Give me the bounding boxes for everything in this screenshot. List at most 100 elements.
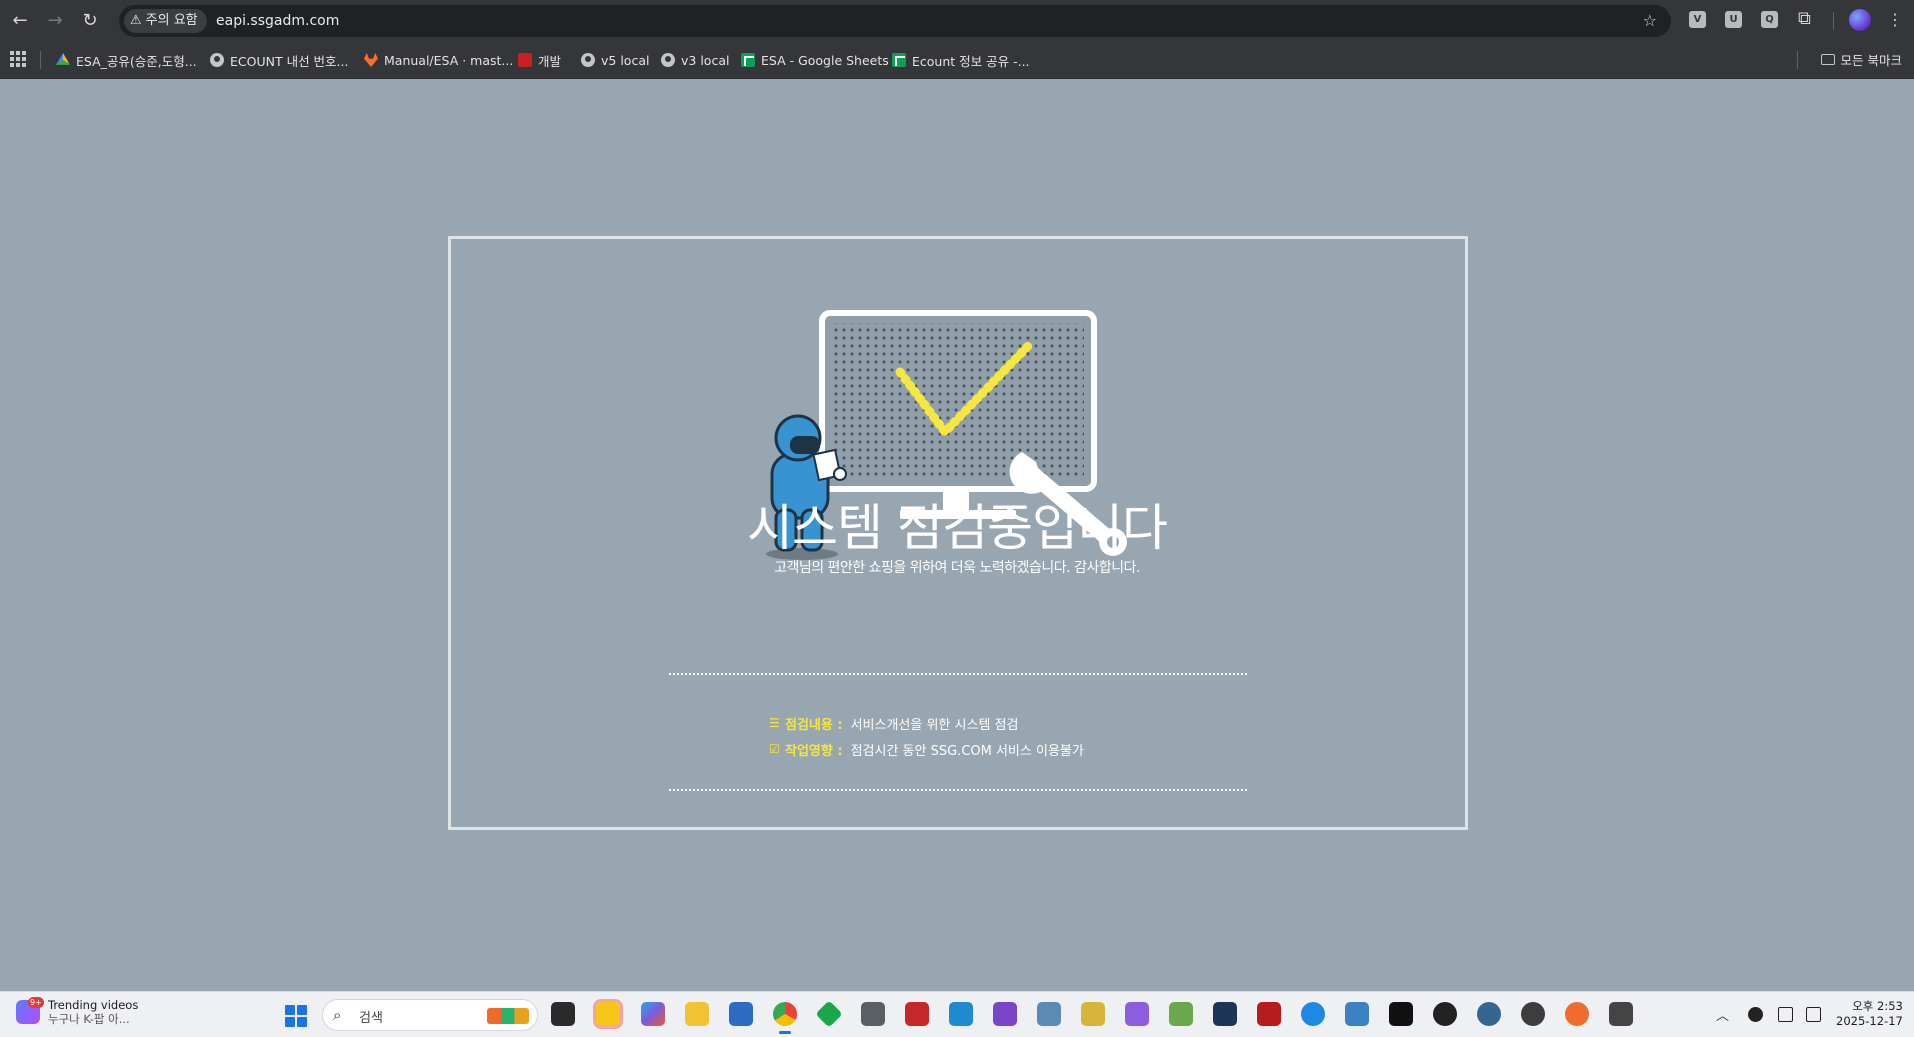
notepad-plus-icon[interactable] bbox=[1169, 1002, 1193, 1026]
postman-like-icon[interactable] bbox=[1521, 1002, 1545, 1026]
terminal-icon[interactable] bbox=[1389, 1002, 1413, 1026]
warning-triangle-icon: ⚠ bbox=[130, 13, 142, 28]
postman-icon[interactable] bbox=[1565, 1002, 1589, 1026]
widget-text: Trending videos 누구나 K-팝 아... bbox=[48, 998, 138, 1026]
bookmark-item[interactable]: ESA_공유(승준,도형... bbox=[56, 50, 197, 70]
bookmark-label: Manual/ESA · mast... bbox=[384, 52, 514, 68]
database-app-icon[interactable] bbox=[1213, 1002, 1237, 1026]
dotted-divider-top bbox=[669, 673, 1247, 675]
bookmark-label: v5 local bbox=[601, 52, 650, 68]
bookmark-label: ESA - Google Sheets bbox=[761, 52, 889, 68]
tray-monitor-icon[interactable] bbox=[1778, 1007, 1793, 1022]
bookmark-item[interactable]: v5 local bbox=[581, 50, 649, 70]
tray-network-icon[interactable] bbox=[1806, 1007, 1821, 1022]
more-menu-icon[interactable]: ⋮ bbox=[1887, 8, 1903, 32]
remote-desktop-icon[interactable] bbox=[1609, 1002, 1633, 1026]
bookmark-label: 개발 bbox=[538, 53, 562, 69]
info-value: 서비스개선을 위한 시스템 점검 bbox=[850, 717, 1019, 733]
sticky-notes-icon[interactable] bbox=[593, 999, 623, 1029]
bookmark-star-icon[interactable]: ☆ bbox=[1643, 9, 1657, 33]
security-chip-label: 주의 요함 bbox=[145, 13, 198, 28]
red-doc-icon bbox=[518, 53, 532, 67]
back-button[interactable]: ← bbox=[8, 9, 32, 33]
widgets-icon: 9+ bbox=[16, 997, 44, 1024]
postgresql-icon[interactable] bbox=[1477, 1002, 1501, 1026]
url-text[interactable]: eapi.ssgadm.com bbox=[216, 5, 339, 37]
globe-icon bbox=[581, 53, 595, 67]
bookmark-label: Ecount 정보 공유 -... bbox=[912, 53, 1030, 69]
profile-avatar[interactable] bbox=[1849, 9, 1871, 31]
google-sheets-icon bbox=[892, 53, 906, 67]
system-clock[interactable]: 오후 2:53 2025-12-17 bbox=[1836, 999, 1903, 1029]
clock-time: 오후 2:53 bbox=[1852, 999, 1903, 1013]
bookmark-item[interactable]: ESA - Google Sheets bbox=[741, 50, 889, 70]
bookmark-item[interactable]: 개발 bbox=[518, 50, 561, 70]
windows-start-icon[interactable] bbox=[285, 1005, 307, 1027]
info-label: 작업영향 : bbox=[785, 743, 843, 759]
bookmark-label: v3 local bbox=[681, 52, 730, 68]
microsoft365-icon[interactable] bbox=[641, 1002, 665, 1026]
git-app-icon[interactable] bbox=[1081, 1002, 1105, 1026]
chatgpt-icon[interactable] bbox=[1433, 1002, 1457, 1026]
tray-overflow-chevron-icon[interactable]: ︿ bbox=[1716, 1005, 1729, 1024]
crystal-app-icon[interactable] bbox=[1125, 1002, 1149, 1026]
bookmark-item[interactable]: Ecount 정보 공유 -... bbox=[892, 50, 1030, 70]
security-warning-chip[interactable]: ⚠ 주의 요함 bbox=[124, 9, 207, 33]
bookmark-item[interactable]: v3 local bbox=[661, 50, 729, 70]
google-drive-icon bbox=[56, 53, 70, 65]
gitlab-icon bbox=[364, 53, 378, 67]
ms-store-icon[interactable] bbox=[729, 1002, 753, 1026]
toolbar-divider bbox=[1833, 12, 1834, 30]
bookmark-item[interactable]: ECOUNT 내선 번호... bbox=[210, 50, 348, 70]
extensions-puzzle-icon[interactable]: ⧉ bbox=[1798, 8, 1811, 29]
network-app-icon[interactable] bbox=[1037, 1002, 1061, 1026]
docker-icon[interactable] bbox=[1301, 1002, 1325, 1026]
page-subtitle: 고객님의 편안한 쇼핑을 위하여 더욱 노력하겠습니다. 감사합니다. bbox=[774, 560, 1140, 576]
google-sheets-icon bbox=[741, 53, 755, 67]
all-bookmarks-button[interactable]: 모든 북마크 bbox=[1820, 50, 1902, 69]
tray-close-circle-icon[interactable] bbox=[1748, 1007, 1763, 1022]
file-explorer-icon[interactable] bbox=[685, 1002, 709, 1026]
info-row-content: ☰ 점검내용 : 서비스개선을 위한 시스템 점검 bbox=[769, 713, 1018, 733]
folder-icon bbox=[1820, 54, 1835, 65]
info-row-impact: ☑ 작업영향 : 점검시간 동안 SSG.COM 서비스 이용불가 bbox=[769, 739, 1084, 759]
reload-icon: ↻ bbox=[82, 10, 98, 31]
extension-u-icon[interactable]: U bbox=[1725, 11, 1742, 28]
globe-icon bbox=[661, 53, 675, 67]
widget-subtitle: 누구나 K-팝 아... bbox=[48, 1012, 130, 1026]
forward-button[interactable]: → bbox=[43, 9, 67, 33]
extension-v-icon[interactable]: V bbox=[1689, 11, 1706, 28]
reload-button[interactable]: ↻ bbox=[78, 9, 102, 33]
bookmark-item[interactable]: Manual/ESA · mast... bbox=[364, 50, 513, 70]
bookmarks-divider bbox=[1797, 51, 1798, 69]
bookmarks-bar: ESA_공유(승준,도형... ECOUNT 내선 번호... Manual/E… bbox=[0, 41, 1914, 79]
all-bookmarks-label: 모든 북마크 bbox=[1840, 53, 1902, 68]
chrome-icon[interactable] bbox=[773, 1002, 797, 1034]
redis-icon[interactable] bbox=[1257, 1002, 1281, 1026]
search-placeholder: 검색 bbox=[359, 1011, 383, 1026]
notification-badge: 9+ bbox=[28, 997, 44, 1008]
address-bar[interactable]: ⚠ 주의 요함 eapi.ssgadm.com ☆ bbox=[119, 5, 1671, 37]
browser-toolbar: ← → ↻ ⚠ 주의 요함 eapi.ssgadm.com ☆ V U Q ⧉ … bbox=[0, 0, 1914, 41]
news-widget[interactable]: 9+ Trending videos 누구나 K-팝 아... bbox=[16, 997, 138, 1026]
apps-grid-icon[interactable] bbox=[10, 51, 26, 67]
task-view-icon[interactable] bbox=[551, 1002, 575, 1026]
bookmarks-divider bbox=[40, 51, 41, 69]
page-title: 시스템 점검중입니다 bbox=[747, 499, 1168, 557]
notepad-icon[interactable] bbox=[1345, 1002, 1369, 1026]
taskbar-search-input[interactable]: ⌕ 검색 bbox=[322, 999, 538, 1031]
bookmark-label: ECOUNT 내선 번호... bbox=[230, 53, 349, 69]
game-app-icon[interactable] bbox=[861, 1002, 885, 1026]
info-value: 점검시간 동안 SSG.COM 서비스 이용불가 bbox=[850, 743, 1084, 759]
checkbox-icon: ☑ bbox=[769, 742, 780, 756]
vscode-icon[interactable] bbox=[949, 1002, 973, 1026]
clock-date: 2025-12-17 bbox=[1836, 1014, 1903, 1028]
diamond-app-icon[interactable] bbox=[815, 1000, 843, 1028]
extension-q-icon[interactable]: Q bbox=[1761, 11, 1778, 28]
visual-studio-icon[interactable] bbox=[993, 1002, 1017, 1026]
search-highlight-icon bbox=[487, 1008, 529, 1024]
dev-tool-icon[interactable] bbox=[905, 1002, 929, 1026]
search-icon: ⌕ bbox=[333, 1006, 342, 1024]
dotted-divider-bottom bbox=[669, 789, 1247, 791]
list-icon: ☰ bbox=[769, 716, 780, 730]
